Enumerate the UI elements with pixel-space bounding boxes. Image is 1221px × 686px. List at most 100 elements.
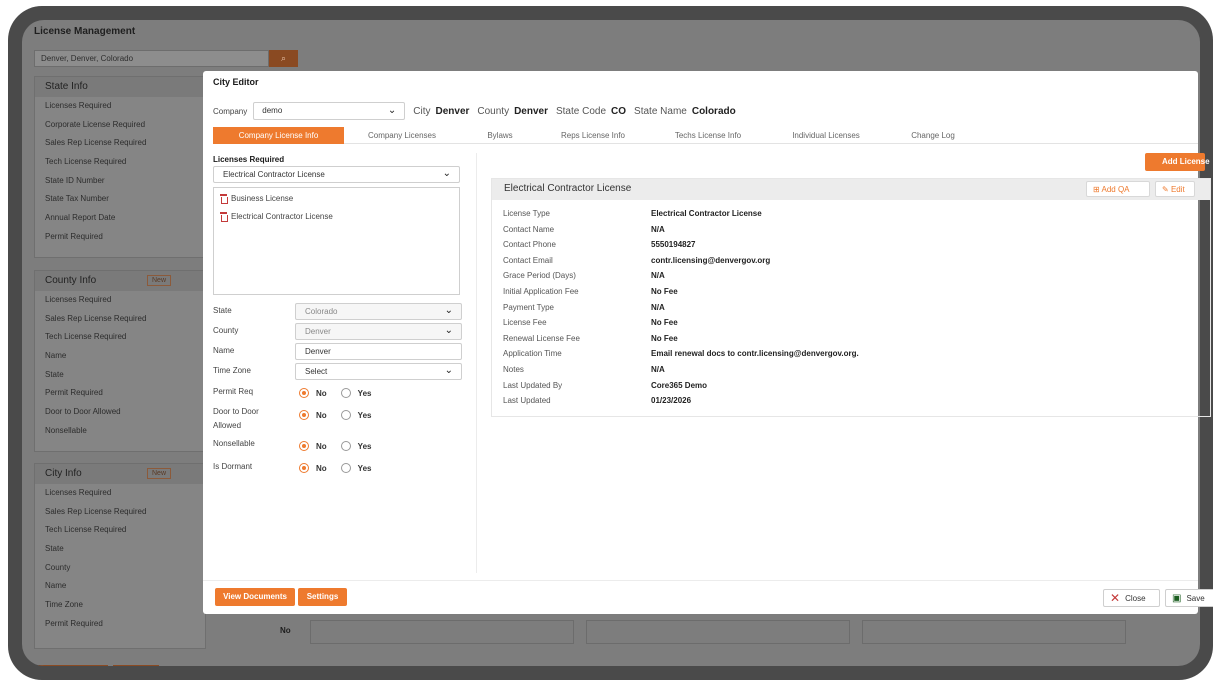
nonsellable-yes-radio[interactable]	[340, 441, 351, 451]
tab-company-licenses[interactable]: Company Licenses	[349, 127, 455, 144]
detail-value: contr.licensing@denvergov.org	[651, 255, 771, 265]
detail-label: Application Time	[503, 349, 562, 359]
add-license-button[interactable]: Add License	[1145, 153, 1210, 171]
dormant-no-radio[interactable]	[299, 463, 309, 473]
state-info-title: State Info	[35, 77, 205, 97]
pencil-icon: ✎	[1162, 185, 1171, 194]
detail-value: Email renewal docs to contr.licensing@de…	[651, 349, 859, 359]
radio-label-no: No	[316, 463, 327, 473]
state-row: Corporate License Required	[45, 119, 146, 129]
county-label: County	[477, 105, 510, 117]
county-select[interactable]: Denver ⌄	[295, 323, 462, 340]
permit-no-radio[interactable]	[299, 388, 309, 398]
city-row: State	[45, 544, 64, 554]
county-select-value: Denver	[305, 327, 331, 336]
detail-label: License Type	[503, 209, 550, 218]
state-name-value: Colorado	[691, 105, 736, 117]
city-row: Licenses Required	[45, 488, 112, 497]
nonsellable-label: Nonsellable	[213, 439, 255, 448]
tab-individual-licenses[interactable]: Individual Licenses	[776, 127, 876, 144]
company-select[interactable]: demo ⌄	[253, 102, 406, 120]
detail-label: Last Updated By	[503, 380, 563, 390]
detail-value: Electrical Contractor License	[651, 209, 762, 218]
view-documents-button[interactable]: View Documents	[215, 588, 295, 606]
location-search-input[interactable]: Denver, Denver, Colorado	[34, 50, 269, 67]
editor-tabs: Company License Info Company Licenses By…	[213, 127, 1198, 144]
radio-label-no: No	[316, 388, 327, 398]
background-action-button[interactable]	[36, 665, 108, 666]
state-select-value: Colorado	[305, 307, 338, 316]
page-title: License Management	[34, 26, 136, 37]
tab-reps-license-info[interactable]: Reps License Info	[546, 127, 640, 144]
detail-label: Last Updated	[503, 396, 551, 406]
city-row: Permit Required	[45, 618, 103, 628]
licenses-required-value: Electrical Contractor License	[223, 170, 325, 179]
license-card-header: Electrical Contractor License ⊞ Add QA ✎…	[492, 179, 1210, 200]
edit-button[interactable]: ✎ Edit	[1155, 181, 1195, 197]
state-name-label: State Name	[634, 105, 687, 117]
time-zone-value: Select	[305, 367, 328, 376]
search-icon: ⌕	[280, 53, 287, 63]
city-row: Name	[45, 581, 67, 591]
search-button[interactable]: ⌕	[269, 50, 298, 67]
detail-value: Core365 Demo	[651, 380, 708, 390]
county-row: Door to Door Allowed	[45, 407, 121, 417]
is-dormant-label: Is Dormant	[213, 462, 253, 471]
nonsellable-radio-group: No Yes	[299, 441, 385, 451]
state-code-label: State Code	[555, 105, 607, 117]
detail-label: Payment Type	[503, 302, 554, 312]
radio-label-yes: Yes	[357, 388, 372, 398]
dialog-title: City Editor	[213, 77, 259, 87]
city-info-header: City Info New	[35, 464, 205, 484]
county-field-label: County	[213, 326, 239, 335]
chevron-down-icon: ⌄	[442, 168, 451, 179]
chevron-down-icon: ⌄	[444, 305, 453, 316]
county-info-title: County Info	[45, 275, 97, 286]
licenses-required-label: Licenses Required	[213, 155, 285, 164]
detail-value: N/A	[651, 302, 665, 312]
door-no-radio[interactable]	[299, 410, 309, 420]
tab-company-license-info[interactable]: Company License Info	[213, 127, 344, 144]
trash-icon[interactable]	[220, 194, 228, 204]
permit-yes-radio[interactable]	[340, 388, 351, 398]
nonsellable-no-radio[interactable]	[299, 441, 309, 451]
tab-techs-license-info[interactable]: Techs License Info	[658, 127, 758, 144]
state-field-label: State	[213, 306, 232, 315]
detail-label: Contact Email	[503, 255, 553, 265]
state-row: State ID Number	[45, 175, 105, 185]
county-new-button[interactable]: New	[147, 275, 172, 286]
trash-icon[interactable]	[220, 212, 228, 222]
detail-label: Initial Application Fee	[503, 287, 579, 296]
licenses-required-select[interactable]: Electrical Contractor License ⌄	[213, 166, 460, 183]
city-editor-dialog: City Editor Company demo ⌄ City Denver C…	[203, 71, 1213, 614]
name-input[interactable]: Denver	[295, 343, 462, 360]
door-yes-radio[interactable]	[340, 410, 351, 420]
permit-req-radio-group: No Yes	[299, 388, 385, 398]
dormant-yes-radio[interactable]	[340, 463, 351, 473]
state-row: Licenses Required	[45, 101, 112, 110]
close-label: Close	[1125, 593, 1146, 603]
county-row: Sales Rep License Required	[45, 313, 147, 323]
detail-label: Contact Phone	[503, 240, 556, 250]
city-fields-column: Licenses Required Electrical Contractor …	[213, 153, 475, 573]
detail-label: Renewal License Fee	[503, 333, 580, 343]
tab-change-log[interactable]: Change Log	[893, 127, 973, 144]
background-action-button[interactable]	[113, 665, 159, 666]
detail-value: 01/23/2026	[651, 396, 692, 406]
save-button[interactable]: ▣ Save	[1165, 589, 1213, 607]
radio-label-yes: Yes	[357, 463, 372, 473]
settings-button[interactable]: Settings	[298, 588, 347, 606]
add-qa-button[interactable]: ⊞ Add QA	[1086, 181, 1150, 197]
save-label: Save	[1186, 593, 1205, 603]
radio-label-no: No	[316, 410, 327, 420]
city-row: Tech License Required	[45, 525, 127, 535]
state-select[interactable]: Colorado ⌄	[295, 303, 462, 320]
time-zone-select[interactable]: Select ⌄	[295, 363, 462, 380]
close-button[interactable]: ✕ Close	[1103, 589, 1160, 607]
city-new-button[interactable]: New	[147, 468, 172, 479]
detail-value: No Fee	[651, 318, 678, 328]
city-info-panel: City Info New Licenses Required Sales Re…	[34, 463, 206, 649]
state-row: Permit Required	[45, 231, 103, 241]
company-value: demo	[262, 106, 283, 115]
tab-bylaws[interactable]: Bylaws	[465, 127, 535, 144]
